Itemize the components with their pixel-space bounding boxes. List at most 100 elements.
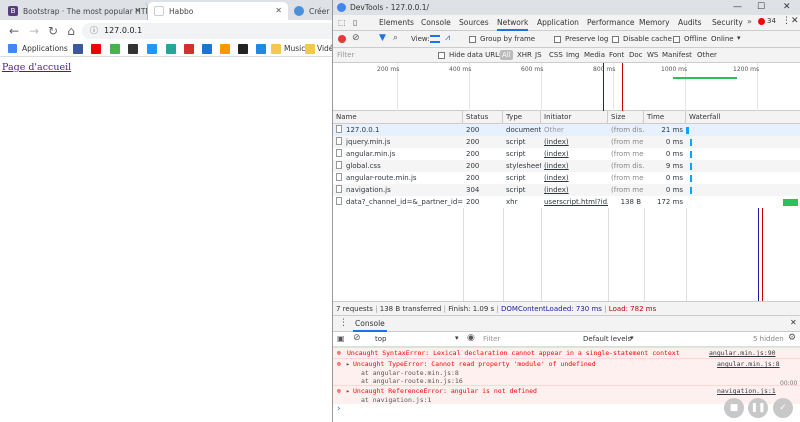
tab-performance[interactable]: Performance bbox=[587, 15, 635, 31]
sidebar-toggle-icon[interactable]: ▣ bbox=[337, 334, 345, 343]
bookmark-orange-icon[interactable] bbox=[220, 44, 230, 54]
throttling-select[interactable]: Online bbox=[711, 35, 734, 43]
bookmark-l-icon[interactable] bbox=[110, 44, 120, 54]
waterfall-bar[interactable] bbox=[689, 175, 692, 182]
stack-frame[interactable]: at navigation.js:1 bbox=[361, 396, 431, 405]
more-panels-icon[interactable]: » bbox=[747, 17, 752, 26]
filter-type-js[interactable]: JS bbox=[535, 51, 542, 59]
error-source-link[interactable]: navigation.js:1 bbox=[717, 387, 776, 396]
waterfall-bar[interactable] bbox=[686, 127, 690, 134]
filter-type-all[interactable]: All bbox=[500, 50, 513, 60]
pause-recording-icon[interactable]: ❚❚ bbox=[748, 398, 768, 418]
tab-elements[interactable]: Elements bbox=[379, 15, 414, 31]
bookmark-blue-icon[interactable] bbox=[147, 44, 157, 54]
overview-icon[interactable]: ⩘ bbox=[445, 33, 450, 43]
large-rows-icon[interactable] bbox=[430, 35, 440, 43]
back-arrow-icon[interactable]: ← bbox=[6, 23, 22, 39]
filter-type-manifest[interactable]: Manifest bbox=[662, 51, 692, 59]
tab-application[interactable]: Application bbox=[537, 15, 579, 31]
filter-type-media[interactable]: Media bbox=[584, 51, 605, 59]
offline-checkbox[interactable] bbox=[673, 36, 680, 43]
bookmark-x-icon[interactable] bbox=[238, 44, 248, 54]
bookmark-dark-icon[interactable] bbox=[128, 44, 138, 54]
bookmark-blue2-icon[interactable] bbox=[202, 44, 212, 54]
forward-arrow-icon[interactable]: → bbox=[26, 23, 42, 39]
col-waterfall-header[interactable]: Waterfall bbox=[686, 111, 800, 124]
close-tab-icon[interactable]: ✕ bbox=[134, 6, 141, 15]
table-row[interactable]: jquery.min.js 200 script (index) (from me...… bbox=[333, 136, 800, 148]
filter-type-doc[interactable]: Doc bbox=[629, 51, 643, 59]
waterfall-bar[interactable] bbox=[689, 151, 692, 158]
chevron-down-icon[interactable]: ▾ bbox=[737, 34, 741, 42]
error-count[interactable]: 34 bbox=[767, 17, 776, 25]
group-by-frame-checkbox[interactable] bbox=[469, 36, 476, 43]
disable-cache-checkbox[interactable] bbox=[612, 36, 619, 43]
table-row[interactable]: angular-route.min.js 200 script (index) (fro… bbox=[333, 172, 800, 184]
filter-funnel-icon[interactable]: ▼ bbox=[379, 33, 386, 43]
filter-type-other[interactable]: Other bbox=[697, 51, 717, 59]
network-filter-input[interactable]: Filter bbox=[337, 51, 432, 59]
col-type-header[interactable]: Type bbox=[503, 111, 541, 124]
filter-type-xhr[interactable]: XHR bbox=[517, 51, 532, 59]
log-levels-select[interactable]: Default levels bbox=[583, 335, 631, 343]
search-icon[interactable]: ⌕ bbox=[393, 33, 398, 43]
cell-initiator[interactable]: (index) bbox=[541, 160, 608, 172]
filter-type-css[interactable]: CSS bbox=[549, 51, 563, 59]
bookmark-teal-icon[interactable] bbox=[166, 44, 176, 54]
bookmark-apps[interactable]: Applications bbox=[22, 44, 68, 53]
col-initiator-header[interactable]: Initiator bbox=[541, 111, 608, 124]
expand-triangle-icon[interactable]: ▸ bbox=[346, 387, 350, 396]
tab-sources[interactable]: Sources bbox=[459, 15, 489, 31]
preserve-log-checkbox[interactable] bbox=[554, 36, 561, 43]
cell-initiator[interactable]: (index) bbox=[541, 184, 608, 196]
bookmark-blue3-icon[interactable] bbox=[256, 44, 266, 54]
stop-recording-icon[interactable]: ■ bbox=[724, 398, 744, 418]
col-status-header[interactable]: Status bbox=[463, 111, 503, 124]
console-settings-gear-icon[interactable]: ⚙ bbox=[788, 333, 796, 343]
page-home-link[interactable]: Page d'accueil bbox=[2, 62, 71, 73]
tab-bootstrap[interactable]: B Bootstrap · The most popular HTML ✕ bbox=[2, 2, 148, 20]
table-row[interactable]: 127.0.0.1 200 documentOther (from dis... 21 … bbox=[333, 124, 800, 136]
tab-memory[interactable]: Memory bbox=[639, 15, 670, 31]
inspect-element-icon[interactable]: ⬚ bbox=[338, 18, 346, 27]
record-icon[interactable] bbox=[338, 35, 346, 43]
filter-type-img[interactable]: Img bbox=[566, 51, 579, 59]
tab-security[interactable]: Security bbox=[712, 15, 743, 31]
error-source-link[interactable]: angular.min.js:8 bbox=[717, 360, 780, 369]
eye-icon[interactable]: ◉ bbox=[467, 333, 475, 343]
col-name-header[interactable]: Name bbox=[333, 111, 463, 124]
console-context-select[interactable]: top bbox=[375, 335, 386, 343]
tab-audits[interactable]: Audits bbox=[678, 15, 702, 31]
bookmark-music[interactable]: Music bbox=[284, 44, 305, 53]
cell-initiator[interactable]: userscript.html?id... bbox=[541, 196, 608, 208]
youtube-icon[interactable] bbox=[91, 44, 101, 54]
apps-grid-icon[interactable] bbox=[8, 44, 17, 53]
address-bar[interactable]: ⓘ 127.0.0.1 bbox=[82, 23, 332, 39]
maximize-icon[interactable]: ☐ bbox=[757, 0, 765, 15]
waterfall-bar[interactable] bbox=[783, 199, 798, 206]
clear-console-icon[interactable]: ⊘ bbox=[353, 333, 361, 343]
table-row[interactable]: angular.min.js 200 script (index) (from me..… bbox=[333, 148, 800, 160]
drawer-menu-icon[interactable]: ⋮ bbox=[339, 318, 348, 328]
table-row[interactable]: data?_channel_id=&_partner_id=39...200 xh… bbox=[333, 196, 800, 208]
network-overview-timeline[interactable]: 200 ms 400 ms 600 ms 800 ms 1000 ms 1200… bbox=[333, 63, 800, 111]
tab-console[interactable]: Console bbox=[421, 15, 451, 31]
close-drawer-icon[interactable]: ✕ bbox=[790, 318, 797, 327]
hide-data-urls-checkbox[interactable] bbox=[438, 52, 445, 59]
col-time-header[interactable]: Time bbox=[644, 111, 686, 124]
table-row[interactable]: navigation.js 304 script (index) (from me...… bbox=[333, 184, 800, 196]
cell-initiator[interactable]: (index) bbox=[541, 136, 608, 148]
cell-initiator[interactable]: (index) bbox=[541, 148, 608, 160]
console-prompt[interactable]: › bbox=[337, 404, 341, 414]
bookmark-videos[interactable]: Vidéos bbox=[317, 44, 332, 53]
drawer-tab-console[interactable]: Console bbox=[353, 316, 387, 332]
tab-creer[interactable]: Créer un bbox=[288, 2, 332, 20]
chevron-down-icon[interactable]: ▾ bbox=[455, 334, 459, 342]
confirm-recording-icon[interactable]: ✓ bbox=[773, 398, 793, 418]
clear-icon[interactable]: ⊘ bbox=[352, 33, 360, 43]
waterfall-bar[interactable] bbox=[689, 187, 692, 194]
col-size-header[interactable]: Size bbox=[608, 111, 644, 124]
cell-initiator[interactable]: (index) bbox=[541, 172, 608, 184]
chevron-down-icon[interactable]: ▾ bbox=[630, 334, 634, 342]
minimize-icon[interactable]: — bbox=[733, 0, 742, 15]
